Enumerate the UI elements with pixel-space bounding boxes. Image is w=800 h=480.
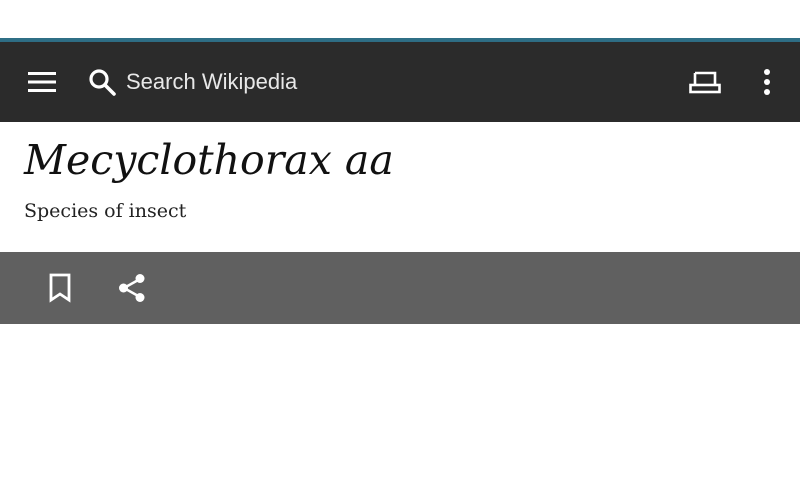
article-title: Mecyclothorax aa	[24, 136, 394, 184]
search-bar[interactable]: Search Wikipedia	[80, 58, 640, 106]
search-icon	[80, 58, 124, 106]
overflow-menu-button[interactable]	[743, 58, 791, 106]
tabs-icon	[689, 71, 721, 94]
tabs-button[interactable]	[681, 58, 729, 106]
article-action-bar	[0, 252, 800, 324]
bookmark-icon	[49, 273, 71, 303]
share-icon	[119, 274, 145, 302]
hamburger-menu-icon	[28, 72, 56, 92]
article-description: Species of insect	[24, 200, 187, 222]
app-toolbar: Search Wikipedia	[0, 42, 800, 122]
share-button[interactable]	[108, 264, 156, 312]
more-vertical-icon	[764, 69, 770, 95]
search-placeholder: Search Wikipedia	[126, 69, 298, 94]
article-content	[0, 324, 800, 480]
bookmark-button[interactable]	[36, 264, 84, 312]
menu-button[interactable]	[18, 58, 66, 106]
status-area	[0, 0, 800, 38]
article-header: Mecyclothorax aa Species of insect	[0, 122, 800, 252]
